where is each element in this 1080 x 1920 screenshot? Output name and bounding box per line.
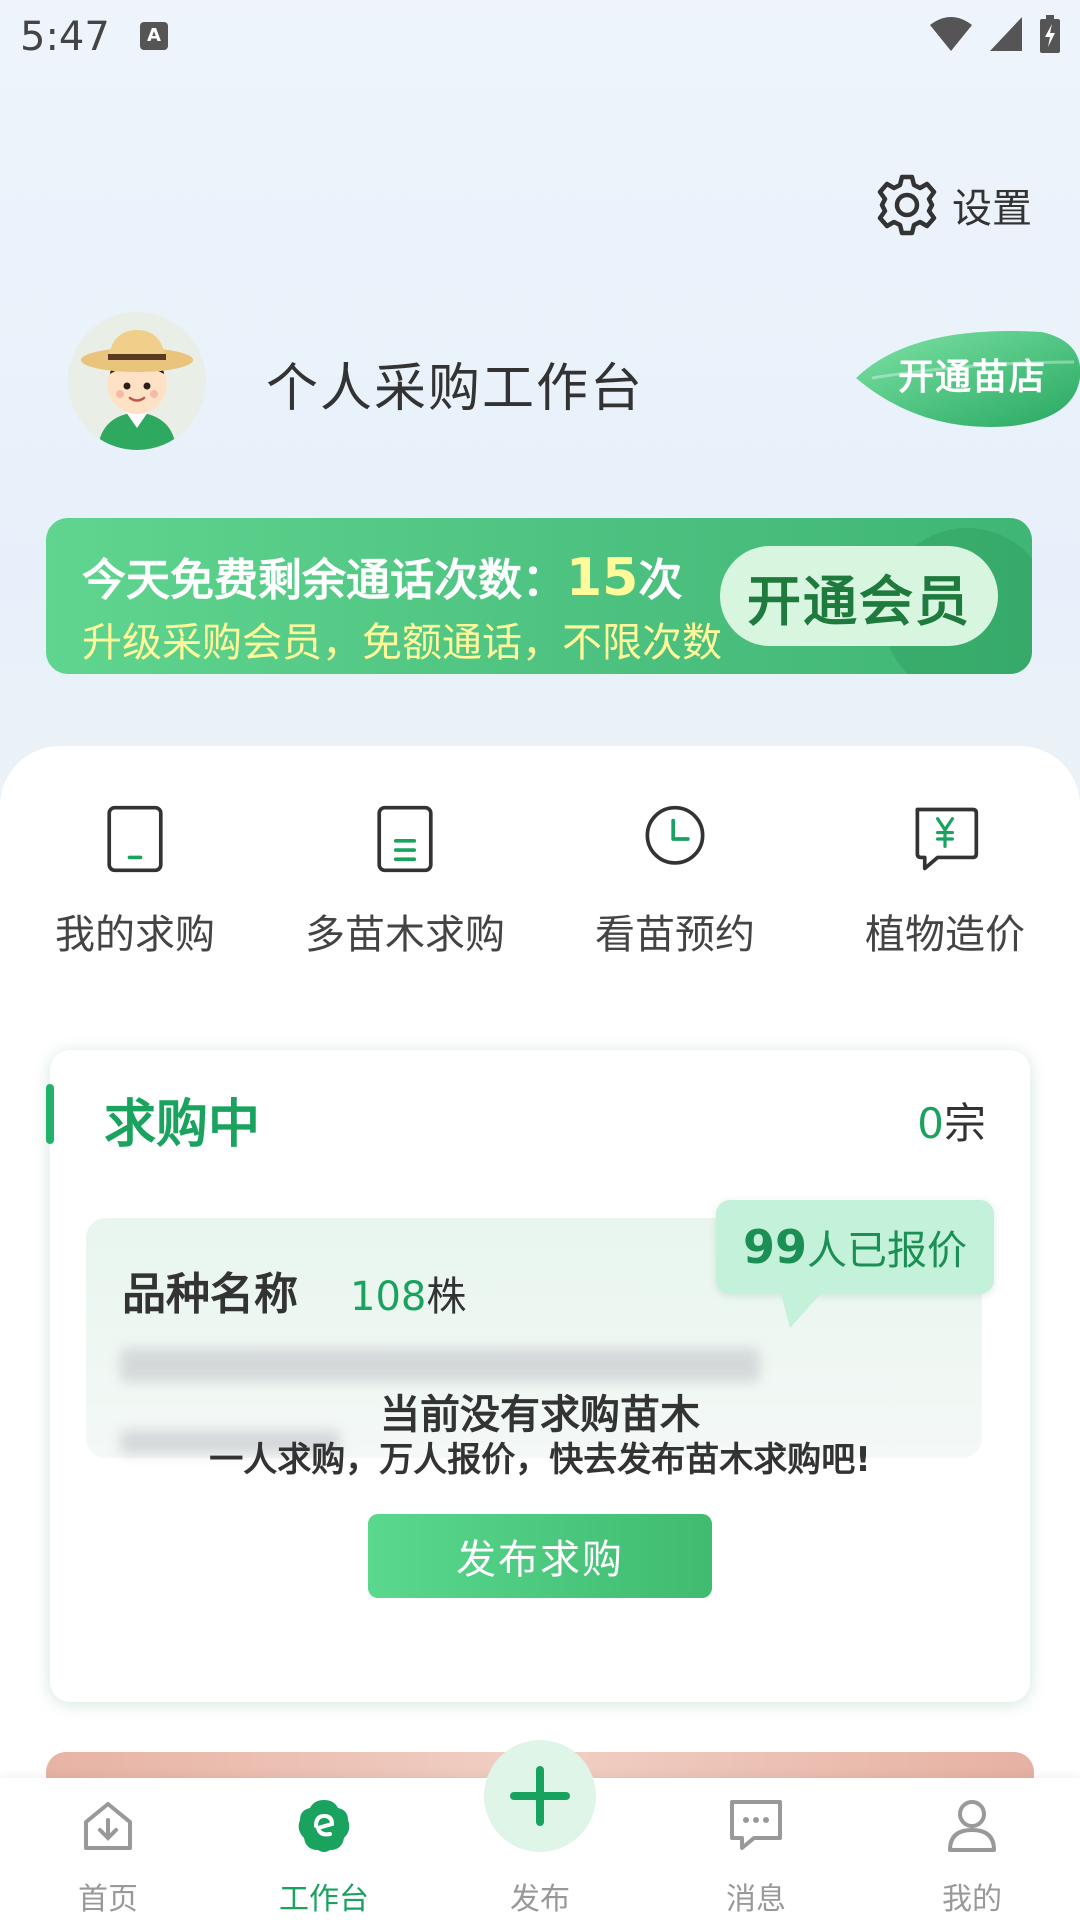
quick-action-viewing-appointment[interactable]: 看苗预约 xyxy=(540,800,810,960)
sample-quantity-number: 108 xyxy=(350,1274,427,1320)
tab-messages[interactable]: 消息 xyxy=(676,1796,836,1918)
quick-action-label: 多苗木求购 xyxy=(305,912,505,958)
document-icon xyxy=(377,805,433,873)
empty-state-subtitle: 一人求购，万人报价，快去发布苗木求购吧! xyxy=(209,1440,871,1480)
wifi-icon xyxy=(930,17,972,51)
quick-action-label: 我的求购 xyxy=(55,912,215,958)
quick-actions: 我的求购 多苗木求购 看苗预约 植物造价 xyxy=(0,800,1080,960)
tab-label: 工作台 xyxy=(279,1882,369,1917)
accessibility-notification-icon: A xyxy=(140,22,168,50)
sample-quantity: 108株 xyxy=(350,1264,466,1322)
purchasing-title: 求购中 xyxy=(104,1095,261,1155)
quick-action-plant-pricing[interactable]: 植物造价 xyxy=(810,800,1080,960)
sample-quantity-unit: 株 xyxy=(426,1274,467,1320)
clock-icon xyxy=(645,805,705,865)
section-accent-bar xyxy=(46,1084,54,1144)
user-icon xyxy=(948,1800,996,1852)
quick-action-multi-purchase[interactable]: 多苗木求购 xyxy=(270,800,540,960)
status-icons xyxy=(928,14,1062,54)
quote-count-suffix: 人已报价 xyxy=(807,1228,967,1274)
signal-icon xyxy=(990,17,1022,51)
home-icon xyxy=(84,1802,132,1850)
free-call-prefix: 今天免费剩余通话次数： xyxy=(82,555,566,606)
settings-button[interactable]: 设置 xyxy=(874,172,1032,238)
purchasing-count-number: 0 xyxy=(917,1099,944,1148)
quick-action-label: 看苗预约 xyxy=(595,912,755,958)
battery-icon xyxy=(1040,15,1060,53)
free-call-suffix: 次 xyxy=(638,555,683,606)
avatar[interactable] xyxy=(68,312,206,450)
gear-icon xyxy=(877,174,937,236)
free-call-count-text: 今天免费剩余通话次数：15次 xyxy=(82,544,682,608)
upgrade-tip: 升级采购会员，免额通话，不限次数 xyxy=(82,620,722,666)
publish-purchase-button[interactable]: 发布求购 xyxy=(368,1514,712,1598)
workbench-icon xyxy=(298,1800,350,1852)
purchasing-count-unit: 宗 xyxy=(943,1099,986,1148)
tab-label: 我的 xyxy=(942,1882,1002,1917)
quick-action-label: 植物造价 xyxy=(865,912,1025,958)
status-bar: 5:47 A xyxy=(0,0,1080,72)
page-title: 个人采购工作台 xyxy=(266,359,645,419)
yen-message-icon xyxy=(915,807,979,871)
open-membership-button[interactable]: 开通会员 xyxy=(720,546,998,646)
free-call-count: 15 xyxy=(566,548,639,608)
open-shop-label[interactable]: 开通苗店 xyxy=(898,348,1046,400)
member-banner[interactable]: 今天免费剩余通话次数：15次 升级采购会员，免额通话，不限次数 开通会员 xyxy=(46,518,1032,674)
blurred-spec-line xyxy=(120,1348,760,1382)
tab-home[interactable]: 首页 xyxy=(28,1796,188,1918)
purchasing-count[interactable]: 0宗 xyxy=(917,1090,986,1151)
settings-label: 设置 xyxy=(952,186,1032,232)
tab-workbench[interactable]: 工作台 xyxy=(244,1796,404,1918)
quote-count-bubble: 99 人已报价 xyxy=(716,1200,994,1294)
tab-publish-label[interactable]: 发布 xyxy=(480,1874,600,1918)
tablet-icon xyxy=(107,805,163,873)
tab-profile[interactable]: 我的 xyxy=(892,1796,1052,1918)
farmer-avatar-icon xyxy=(68,312,206,450)
status-time: 5:47 xyxy=(20,14,110,60)
quick-action-my-purchases[interactable]: 我的求购 xyxy=(0,800,270,960)
sample-variety-name: 品种名称 xyxy=(122,1269,298,1320)
tab-label: 消息 xyxy=(726,1882,786,1917)
publish-fab[interactable] xyxy=(484,1740,596,1852)
quote-count-number: 99 xyxy=(742,1220,807,1274)
quote-bubble-tail xyxy=(780,1290,824,1328)
plus-icon xyxy=(510,1766,570,1826)
tab-label: 首页 xyxy=(78,1882,138,1917)
message-icon xyxy=(730,1800,782,1850)
